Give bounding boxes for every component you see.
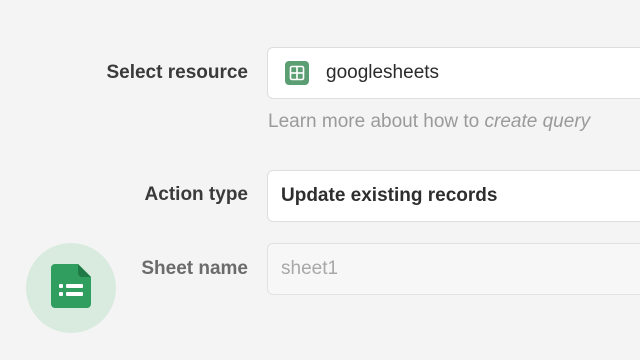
resource-help-text: Learn more about how to create query bbox=[268, 111, 590, 133]
google-sheets-file-icon bbox=[51, 263, 91, 313]
google-sheets-badge bbox=[26, 243, 116, 333]
action-type-select[interactable]: Update existing records bbox=[267, 170, 640, 222]
resource-value: googlesheets bbox=[326, 62, 440, 83]
action-type-label: Action type bbox=[144, 184, 248, 205]
help-text: Learn more about how to bbox=[268, 111, 485, 132]
sheet-name-input[interactable] bbox=[281, 258, 581, 280]
select-resource-label: Select resource bbox=[106, 62, 248, 83]
create-query-link[interactable]: create query bbox=[485, 111, 591, 132]
action-type-value: Update existing records bbox=[281, 185, 498, 206]
google-sheets-icon bbox=[285, 61, 309, 85]
resource-select[interactable]: googlesheets bbox=[267, 47, 640, 99]
sheet-name-label: Sheet name bbox=[141, 258, 248, 279]
resource-form: Select resource googlesheets Learn more … bbox=[0, 0, 640, 360]
sheet-name-field[interactable] bbox=[267, 243, 640, 295]
